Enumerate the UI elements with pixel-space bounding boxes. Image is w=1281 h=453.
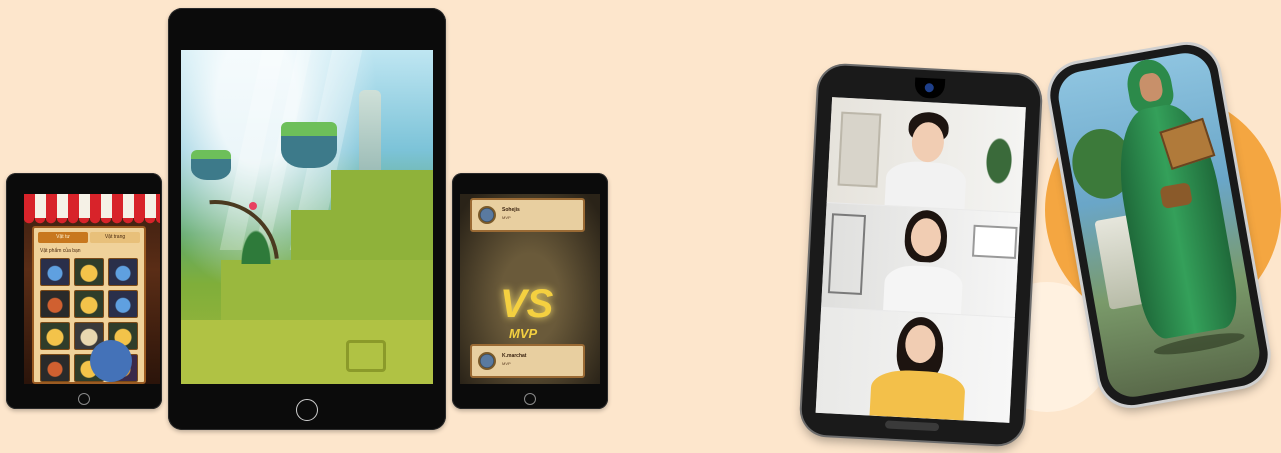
item-slot[interactable] — [74, 290, 104, 318]
versus-tablet: Sohejis MVP VS MVP K.marchat MVP — [452, 173, 608, 409]
player-avatar-icon — [478, 206, 496, 224]
tab-equipment[interactable]: Vật trang — [90, 232, 140, 243]
player-banner-bottom: K.marchat MVP — [470, 344, 585, 378]
shelf — [837, 111, 882, 188]
item-slot[interactable] — [40, 322, 70, 350]
plant — [983, 135, 1015, 187]
shop-awning — [24, 194, 160, 218]
plant — [241, 230, 271, 264]
video-tile[interactable] — [815, 307, 1015, 423]
speaker-grille — [884, 420, 940, 432]
front-camera-icon — [914, 77, 946, 100]
carved-tile — [346, 340, 386, 372]
item-slot[interactable] — [40, 354, 70, 382]
video-call-phone — [800, 64, 1042, 446]
stone-step — [181, 320, 433, 384]
tab-supplies[interactable]: Vật tư — [38, 232, 88, 243]
video-tile[interactable] — [821, 202, 1021, 317]
flower — [249, 202, 257, 210]
shelf — [827, 213, 867, 295]
home-button-icon[interactable] — [524, 393, 536, 405]
mvp-label: MVP — [509, 326, 538, 341]
vs-label: VS — [500, 282, 554, 326]
video-tile[interactable] — [826, 97, 1026, 213]
participant — [910, 121, 945, 164]
player-name: K.marchat — [502, 353, 527, 359]
home-button-icon[interactable] — [296, 399, 318, 421]
item-slot[interactable] — [108, 290, 138, 318]
whiteboard — [971, 224, 1018, 259]
video-call-screen — [815, 97, 1026, 423]
shop-screen: Vật tư Vật trang Vật phẩm của bạn — [24, 194, 160, 384]
item-slot[interactable] — [40, 258, 70, 286]
player-avatar-icon — [478, 352, 496, 370]
versus-screen: Sohejis MVP VS MVP K.marchat MVP — [460, 194, 600, 384]
game-tablet — [168, 8, 446, 430]
touch-indicator-icon — [90, 340, 132, 382]
player-subtitle: MVP — [502, 361, 511, 366]
player-name: Sohejis — [502, 207, 520, 213]
home-button-icon[interactable] — [78, 393, 90, 405]
player-banner-top: Sohejis MVP — [470, 198, 585, 232]
floating-island — [281, 122, 337, 168]
item-slot[interactable] — [40, 290, 70, 318]
floating-island — [191, 150, 231, 180]
inventory-tabs: Vật tư Vật trang — [38, 232, 140, 243]
shop-tablet: Vật tư Vật trang Vật phẩm của bạn — [6, 173, 162, 409]
inventory-title: Vật phẩm của bạn — [40, 248, 81, 254]
item-slot[interactable] — [108, 258, 138, 286]
stone-step — [291, 210, 433, 266]
game-scene — [181, 50, 433, 384]
item-slot[interactable] — [74, 258, 104, 286]
player-subtitle: MVP — [502, 215, 511, 220]
